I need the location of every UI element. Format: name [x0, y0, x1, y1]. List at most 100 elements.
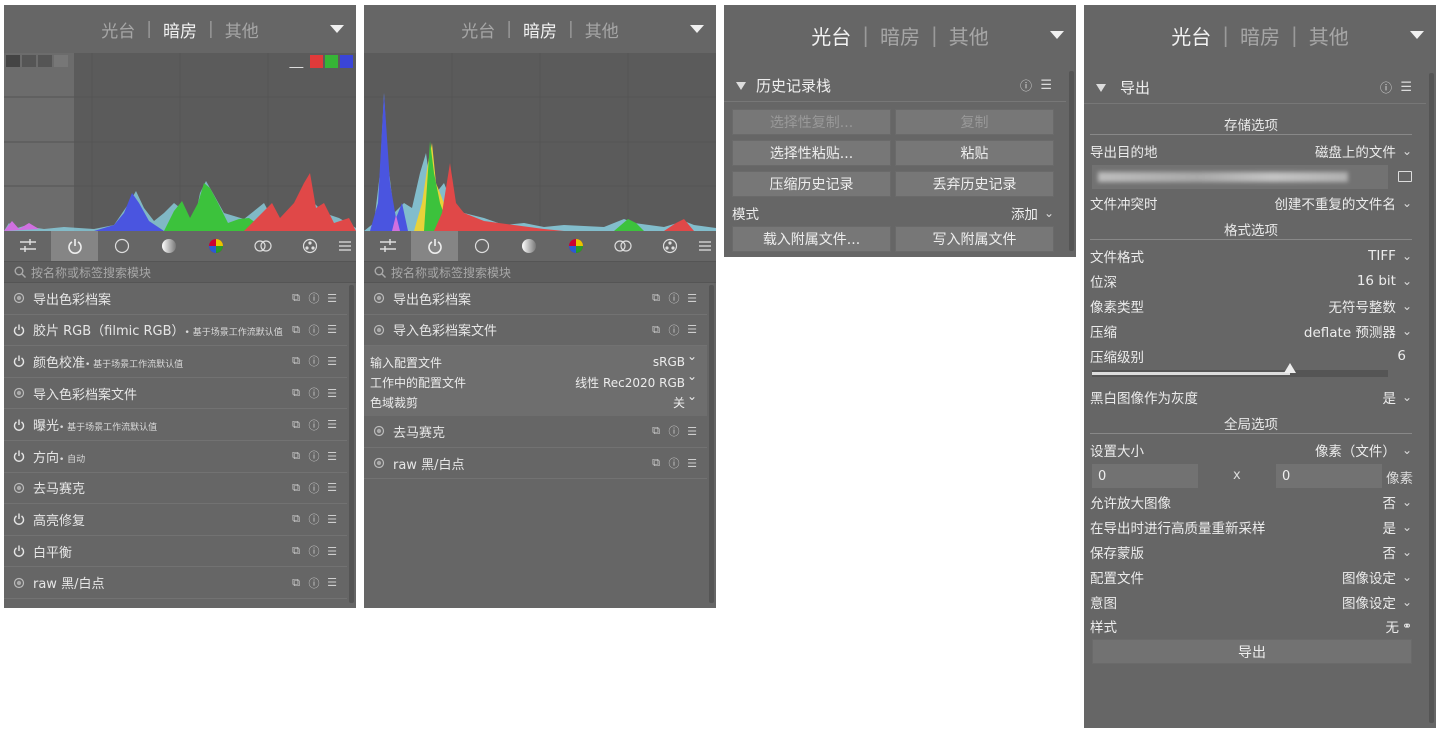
- presets-sliders-icon[interactable]: [364, 231, 411, 261]
- pixel-type-dropdown[interactable]: 像素类型 无符号整数 ⌄: [1090, 294, 1412, 318]
- dropdown-arrow-icon[interactable]: [330, 25, 344, 33]
- module-row[interactable]: 导出色彩档案 ⧉ ⓘ ☰: [4, 283, 347, 315]
- module-row[interactable]: raw 黑/白点 ⧉ ⓘ ☰: [4, 567, 347, 599]
- reset-icon[interactable]: ⓘ: [667, 290, 681, 306]
- hamburger-menu-icon[interactable]: [334, 231, 356, 261]
- scrollbar[interactable]: [1069, 71, 1074, 251]
- always-on-icon[interactable]: [372, 424, 386, 438]
- tab-other[interactable]: 其他: [1298, 21, 1360, 50]
- reset-icon[interactable]: ⓘ: [667, 455, 681, 471]
- scope-waveform-icon[interactable]: [6, 55, 20, 67]
- correct-group-icon[interactable]: [240, 231, 287, 261]
- reset-icon[interactable]: ⓘ: [307, 322, 321, 338]
- profile-setting-dropdown[interactable]: 色域裁剪 关: [370, 389, 707, 412]
- presets-menu-icon[interactable]: ☰: [325, 481, 339, 494]
- module-row[interactable]: 导入色彩档案文件 ⧉ ⓘ ☰: [364, 315, 707, 347]
- presets-menu-icon[interactable]: ☰: [325, 418, 339, 431]
- reset-icon[interactable]: ⓘ: [307, 353, 321, 369]
- module-row[interactable]: 胶片 RGB（filmic RGB）• 基于场景工作流默认值 ⧉ ⓘ ☰: [4, 315, 347, 347]
- tone-group-icon[interactable]: [505, 231, 552, 261]
- multi-instance-icon[interactable]: ⧉: [289, 481, 303, 495]
- presets-menu-icon[interactable]: ☰: [1040, 78, 1052, 93]
- base-group-circle-icon[interactable]: [98, 231, 145, 261]
- scrollbar[interactable]: [709, 285, 714, 603]
- reset-icon[interactable]: ⓘ: [307, 385, 321, 401]
- multi-instance-icon[interactable]: ⧉: [289, 386, 303, 400]
- multi-instance-icon[interactable]: ⧉: [289, 354, 303, 368]
- paste-button[interactable]: 粘贴: [895, 140, 1054, 166]
- reset-icon[interactable]: ⓘ: [307, 511, 321, 527]
- multi-instance-icon[interactable]: ⧉: [289, 418, 303, 432]
- always-on-icon[interactable]: [372, 323, 386, 337]
- export-path-input[interactable]: [1092, 165, 1388, 189]
- multi-instance-icon[interactable]: ⧉: [289, 576, 303, 590]
- active-modules-power-icon[interactable]: [51, 231, 99, 261]
- bw-as-grayscale-dropdown[interactable]: 黑白图像作为灰度 是 ⌄: [1090, 385, 1412, 409]
- module-row[interactable]: 导出色彩档案 ⧉ ⓘ ☰: [364, 283, 707, 315]
- module-search-input[interactable]: 按名称或标签搜索模块: [364, 261, 716, 283]
- compression-level-track[interactable]: [1092, 363, 1388, 377]
- selective-paste-button[interactable]: 选择性粘贴...: [732, 140, 891, 166]
- presets-menu-icon[interactable]: ☰: [1400, 80, 1412, 95]
- multi-instance-icon[interactable]: ⧉: [649, 323, 663, 337]
- reset-icon[interactable]: ⓘ: [667, 423, 681, 439]
- multi-instance-icon[interactable]: ⧉: [289, 512, 303, 526]
- always-on-icon[interactable]: [12, 576, 26, 590]
- reset-icon[interactable]: ⓘ: [307, 417, 321, 433]
- copy-button[interactable]: 复制: [895, 109, 1054, 135]
- style-dropdown[interactable]: 样式 无 ⚭: [1090, 614, 1412, 638]
- multi-instance-icon[interactable]: ⧉: [289, 323, 303, 337]
- on-conflict-dropdown[interactable]: 文件冲突时 创建不重复的文件名 ⌄: [1090, 191, 1412, 215]
- color-group-icon[interactable]: [193, 231, 240, 261]
- high-quality-resampling-dropdown[interactable]: 在导出时进行高质量重新采样 是 ⌄: [1090, 515, 1412, 539]
- history-module-header[interactable]: 历史记录栈 ⓘ ☰: [724, 70, 1066, 102]
- profile-dropdown[interactable]: 配置文件 图像设定 ⌄: [1090, 565, 1412, 589]
- presets-menu-icon[interactable]: ☰: [685, 323, 699, 336]
- tab-darkroom[interactable]: 暗房: [869, 21, 931, 50]
- tab-other[interactable]: 其他: [938, 21, 1000, 50]
- module-row[interactable]: 高亮修复 ⧉ ⓘ ☰: [4, 504, 347, 536]
- load-sidecar-button[interactable]: 载入附属文件...: [732, 226, 891, 252]
- presets-sliders-icon[interactable]: [4, 231, 51, 261]
- reset-icon[interactable]: ⓘ: [307, 543, 321, 559]
- discard-history-button[interactable]: 丢弃历史记录: [895, 171, 1054, 197]
- histogram-mode-icons[interactable]: [6, 55, 68, 67]
- multi-instance-icon[interactable]: ⧉: [649, 456, 663, 470]
- reset-icon[interactable]: ⓘ: [307, 575, 321, 591]
- tab-lighttable[interactable]: 光台: [800, 21, 862, 50]
- profile-setting-dropdown[interactable]: 输入配置文件 sRGB: [370, 349, 707, 372]
- color-group-icon[interactable]: [553, 231, 600, 261]
- effects-group-icon[interactable]: [647, 231, 694, 261]
- multi-instance-icon[interactable]: ⧉: [289, 544, 303, 558]
- export-button[interactable]: 导出: [1092, 639, 1412, 664]
- width-input[interactable]: 0: [1092, 464, 1198, 488]
- presets-menu-icon[interactable]: ☰: [325, 513, 339, 526]
- module-row[interactable]: raw 黑/白点 ⧉ ⓘ ☰: [364, 448, 707, 480]
- active-modules-power-icon[interactable]: [411, 231, 459, 261]
- multi-instance-icon[interactable]: ⧉: [649, 424, 663, 438]
- reset-icon[interactable]: ⓘ: [307, 290, 321, 306]
- correct-group-icon[interactable]: [600, 231, 647, 261]
- write-sidecar-button[interactable]: 写入附属文件: [895, 226, 1054, 252]
- power-icon[interactable]: [12, 512, 26, 526]
- presets-menu-icon[interactable]: ☰: [685, 457, 699, 470]
- presets-menu-icon[interactable]: ☰: [685, 425, 699, 438]
- power-icon[interactable]: [12, 449, 26, 463]
- set-size-dropdown[interactable]: 设置大小 像素（文件） ⌄: [1090, 438, 1412, 462]
- presets-menu-icon[interactable]: ☰: [325, 450, 339, 463]
- always-on-icon[interactable]: [372, 456, 386, 470]
- selective-copy-button[interactable]: 选择性复制...: [732, 109, 891, 135]
- presets-menu-icon[interactable]: ☰: [325, 387, 339, 400]
- presets-menu-icon[interactable]: ☰: [325, 545, 339, 558]
- dropdown-arrow-icon[interactable]: [690, 25, 704, 33]
- base-group-circle-icon[interactable]: [458, 231, 505, 261]
- module-row[interactable]: 去马赛克 ⧉ ⓘ ☰: [4, 473, 347, 505]
- module-row[interactable]: 方向• 自动 ⧉ ⓘ ☰: [4, 441, 347, 473]
- tab-darkroom[interactable]: 暗房: [152, 17, 208, 42]
- tab-lighttable[interactable]: 光台: [1160, 21, 1222, 50]
- export-destination-dropdown[interactable]: 导出目的地 磁盘上的文件 ⌄: [1090, 139, 1412, 163]
- module-search-input[interactable]: 按名称或标签搜索模块: [4, 261, 356, 283]
- always-on-icon[interactable]: [372, 291, 386, 305]
- tab-lighttable[interactable]: 光台: [90, 17, 146, 42]
- effects-group-icon[interactable]: [287, 231, 334, 261]
